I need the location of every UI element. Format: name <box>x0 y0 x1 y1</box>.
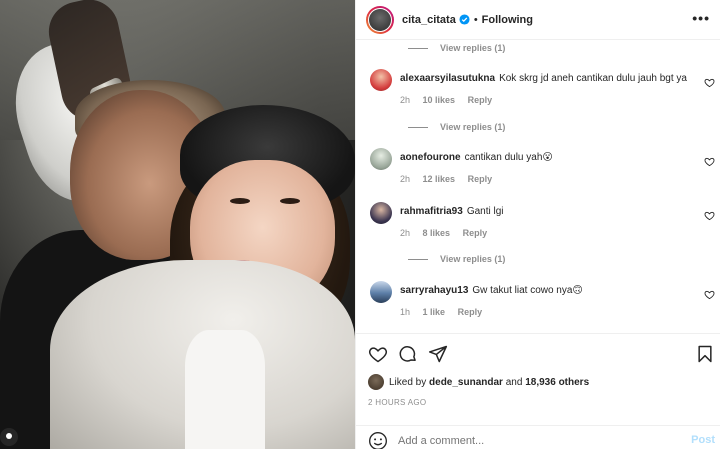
commenter-username[interactable]: sarryrahayu13 <box>400 285 468 296</box>
verified-badge-icon <box>459 14 470 25</box>
more-options-icon[interactable]: ••• <box>692 11 710 25</box>
photo-shirt <box>185 330 265 449</box>
post-photo[interactable] <box>0 0 355 449</box>
commenter-username[interactable]: alexaarsyilasutukna <box>400 73 495 84</box>
comment-time[interactable]: 1h <box>400 307 410 317</box>
heart-icon[interactable] <box>704 77 715 88</box>
comment-likes[interactable]: 10 likes <box>423 95 456 105</box>
heart-icon[interactable] <box>704 156 715 167</box>
photo-eye <box>230 198 250 204</box>
reply-button[interactable]: Reply <box>468 95 493 105</box>
header-separator: • <box>473 13 478 26</box>
liker-username[interactable]: dede_sunandar <box>429 377 503 388</box>
commenter-username[interactable]: rahmafitria93 <box>400 206 463 217</box>
author-username[interactable]: cita_citata <box>402 14 456 26</box>
likes-summary: Liked by dede_sunandar and 18,936 others <box>368 374 589 390</box>
view-replies-button[interactable]: View replies (1) <box>356 40 720 56</box>
commenter-avatar[interactable] <box>370 148 392 170</box>
comment-likes[interactable]: 8 likes <box>423 228 451 238</box>
save-bookmark-icon[interactable] <box>695 344 715 364</box>
reply-button[interactable]: Reply <box>463 228 488 238</box>
liker-avatar[interactable] <box>368 374 384 390</box>
heart-icon[interactable] <box>704 210 715 221</box>
commenter-username[interactable]: aonefourone <box>400 152 461 163</box>
photo-eye <box>280 198 300 204</box>
comment-text: Ganti lgi <box>466 206 504 217</box>
comment-time[interactable]: 2h <box>400 174 410 184</box>
likes-and: and <box>505 376 523 388</box>
comment-text: cantikan dulu yah😮 <box>464 152 553 163</box>
view-replies-button[interactable]: View replies (1) <box>356 251 720 267</box>
comment-likes[interactable]: 12 likes <box>423 174 456 184</box>
emoji-icon[interactable] <box>368 431 388 449</box>
comment-text: Kok skrg jd aneh cantikan dulu jauh bgt … <box>499 73 687 84</box>
post-header: cita_citata • Following ••• <box>356 0 720 40</box>
comment-item: rahmafitria93 Ganti lgi 2h 8 likes Reply <box>356 202 720 238</box>
comment-input[interactable] <box>398 434 668 447</box>
commenter-avatar[interactable] <box>370 281 392 303</box>
post-actions-bar <box>356 333 720 368</box>
tag-user-icon[interactable] <box>0 428 18 446</box>
add-comment-bar: Post <box>356 425 720 449</box>
post-timestamp[interactable]: 2 HOURS AGO <box>368 398 426 407</box>
reply-button[interactable]: Reply <box>458 307 483 317</box>
comment-text: Gw takut liat cowo nya🙃 <box>472 285 583 296</box>
view-replies-button[interactable]: View replies (1) <box>356 119 720 135</box>
comment-time[interactable]: 2h <box>400 95 410 105</box>
comment-icon[interactable] <box>398 344 418 364</box>
comment-item: sarryrahayu13 Gw takut liat cowo nya🙃 1h … <box>356 281 720 317</box>
heart-icon[interactable] <box>704 289 715 300</box>
share-icon[interactable] <box>428 344 448 364</box>
commenter-avatar[interactable] <box>370 202 392 224</box>
following-button[interactable]: Following <box>482 14 533 26</box>
likes-prefix: Liked by <box>389 376 427 388</box>
comment-time[interactable]: 2h <box>400 228 410 238</box>
comment-item: aonefourone cantikan dulu yah😮 2h 12 like… <box>356 148 720 184</box>
likes-others[interactable]: 18,936 others <box>525 377 589 388</box>
commenter-avatar[interactable] <box>370 69 392 91</box>
post-side-panel: cita_citata • Following ••• View replies… <box>355 0 720 449</box>
post-button[interactable]: Post <box>691 434 715 446</box>
reply-button[interactable]: Reply <box>468 174 493 184</box>
heart-icon[interactable] <box>368 344 388 364</box>
comment-likes[interactable]: 1 like <box>423 307 446 317</box>
comment-item: alexaarsyilasutukna Kok skrg jd aneh cant… <box>356 69 720 105</box>
comments-list[interactable]: View replies (1) alexaarsyilasutukna Kok … <box>356 40 720 332</box>
author-avatar[interactable] <box>366 5 394 34</box>
